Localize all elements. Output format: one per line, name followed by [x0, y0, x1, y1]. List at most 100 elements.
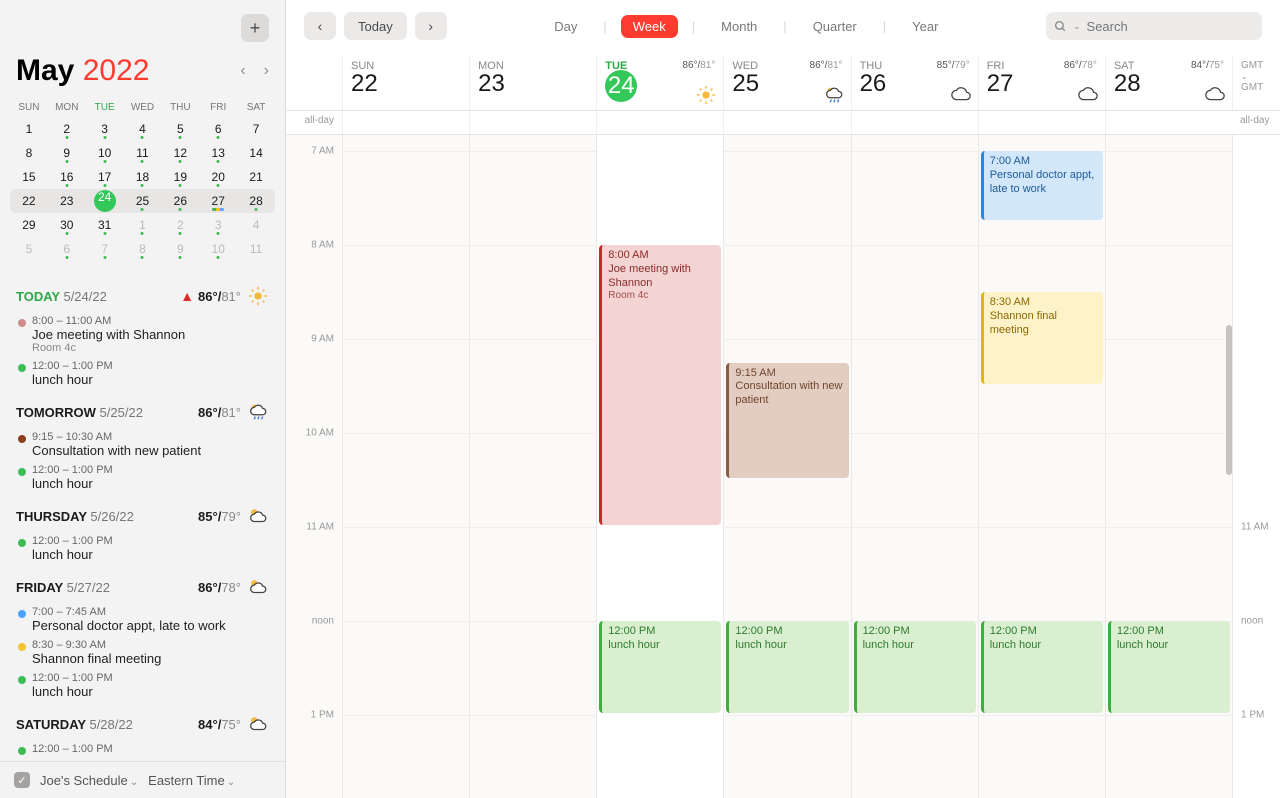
day-column[interactable]: [342, 135, 469, 798]
agenda-event[interactable]: 12:00 – 1:00 PM lunch hour: [16, 670, 269, 701]
mini-day[interactable]: 20: [199, 165, 237, 189]
agenda-event[interactable]: 7:00 – 7:45 AM Personal doctor appt, lat…: [16, 604, 269, 635]
mini-day[interactable]: 15: [10, 165, 48, 189]
mini-day[interactable]: 25: [124, 189, 162, 213]
week-day-header[interactable]: THU 26 85°/79°: [851, 56, 978, 110]
prev-week-button[interactable]: ‹: [304, 12, 336, 40]
mini-day[interactable]: 11: [124, 141, 162, 165]
week-day-header[interactable]: MON 23: [469, 56, 596, 110]
timezone-picker[interactable]: Eastern Time⌄: [148, 773, 235, 788]
mini-day[interactable]: 8: [10, 141, 48, 165]
day-column[interactable]: [469, 135, 596, 798]
go-today-button[interactable]: Today: [344, 12, 407, 40]
week-event[interactable]: 7:00 AMPersonal doctor appt, late to wor…: [981, 151, 1103, 220]
day-column[interactable]: 12:00 PMlunch hour: [851, 135, 978, 798]
agenda-list[interactable]: TODAY 5/24/22 ▲ 86°/81° 8:00 – 11:00 AM …: [0, 269, 285, 761]
week-event[interactable]: 12:00 PMlunch hour: [726, 621, 848, 713]
mini-day[interactable]: 14: [237, 141, 275, 165]
week-event[interactable]: 12:00 PMlunch hour: [599, 621, 721, 713]
mini-day[interactable]: 10: [199, 237, 237, 261]
agenda-event[interactable]: 8:30 – 9:30 AM Shannon final meeting: [16, 637, 269, 668]
mini-day[interactable]: 6: [199, 117, 237, 141]
day-column[interactable]: 9:15 AMConsultation with new patient 12:0…: [723, 135, 850, 798]
week-day-header[interactable]: WED 25 86°/81°: [723, 56, 850, 110]
mini-day[interactable]: 30: [48, 213, 86, 237]
week-event[interactable]: 12:00 PMlunch hour: [854, 621, 976, 713]
week-day-header[interactable]: SUN 22: [342, 56, 469, 110]
week-event[interactable]: 9:15 AMConsultation with new patient: [726, 363, 848, 479]
search-input[interactable]: [1087, 19, 1263, 34]
prev-month-button[interactable]: ‹: [240, 62, 245, 80]
mini-day[interactable]: 22: [10, 189, 48, 213]
agenda-event[interactable]: 12:00 – 1:00 PM lunch hour: [16, 462, 269, 493]
view-year[interactable]: Year: [900, 15, 950, 38]
mini-day[interactable]: 7: [237, 117, 275, 141]
mini-day[interactable]: 5: [161, 117, 199, 141]
mini-day[interactable]: 1: [10, 117, 48, 141]
view-day[interactable]: Day: [542, 15, 589, 38]
add-event-button[interactable]: +: [241, 14, 269, 42]
agenda-event[interactable]: 12:00 – 1:00 PM: [16, 741, 269, 757]
week-event[interactable]: 12:00 PMlunch hour: [1108, 621, 1230, 713]
day-column[interactable]: 7:00 AMPersonal doctor appt, late to wor…: [978, 135, 1105, 798]
mini-day[interactable]: 17: [86, 165, 124, 189]
view-quarter[interactable]: Quarter: [801, 15, 869, 38]
mini-day[interactable]: 16: [48, 165, 86, 189]
mini-day[interactable]: 5: [10, 237, 48, 261]
mini-day[interactable]: 6: [48, 237, 86, 261]
next-month-button[interactable]: ›: [264, 62, 269, 80]
week-grid[interactable]: 7 AM8 AM9 AM10 AM11 AMnoon1 PM 8:00 AMJo…: [286, 135, 1280, 798]
week-event[interactable]: 12:00 PMlunch hour: [981, 621, 1103, 713]
week-day-header[interactable]: TUE 24 86°/81°: [596, 56, 723, 110]
mini-day[interactable]: 4: [124, 117, 162, 141]
mini-day[interactable]: 7: [86, 237, 124, 261]
agenda-event[interactable]: 12:00 – 1:00 PM lunch hour: [16, 533, 269, 564]
mini-day[interactable]: 26: [161, 189, 199, 213]
mini-day[interactable]: 1: [124, 213, 162, 237]
mini-day[interactable]: 9: [48, 141, 86, 165]
mini-day[interactable]: 2: [48, 117, 86, 141]
mini-day[interactable]: 19: [161, 165, 199, 189]
header-temps: 84°/75°: [1191, 60, 1224, 71]
mini-day[interactable]: 31: [86, 213, 124, 237]
mini-day[interactable]: 13: [199, 141, 237, 165]
agenda-temps: 85°/79°: [198, 509, 241, 524]
mini-day[interactable]: 3: [199, 213, 237, 237]
week-event[interactable]: 8:00 AMJoe meeting with ShannonRoom 4c: [599, 245, 721, 525]
week-event[interactable]: 8:30 AMShannon final meeting: [981, 292, 1103, 384]
mini-day[interactable]: 4: [237, 213, 275, 237]
mini-day[interactable]: 10: [86, 141, 124, 165]
agenda-event[interactable]: 8:00 – 11:00 AM Joe meeting with Shannon…: [16, 313, 269, 356]
day-column[interactable]: 8:00 AMJoe meeting with ShannonRoom 4c 12…: [596, 135, 723, 798]
next-week-button[interactable]: ›: [415, 12, 447, 40]
mini-day[interactable]: 3: [86, 117, 124, 141]
mini-day[interactable]: 2: [161, 213, 199, 237]
tz-gutter[interactable]: GMT ⌄GMT: [1232, 56, 1280, 110]
mini-day[interactable]: 28: [237, 189, 275, 213]
mini-day[interactable]: 18: [124, 165, 162, 189]
calendar-visibility-checkbox[interactable]: ✓: [14, 772, 30, 788]
mini-day[interactable]: 23: [48, 189, 86, 213]
mini-day[interactable]: 21: [237, 165, 275, 189]
scrollbar-thumb[interactable]: [1226, 325, 1232, 475]
view-month[interactable]: Month: [709, 15, 769, 38]
sidebar-footer: ✓ Joe's Schedule⌄ Eastern Time⌄: [0, 761, 285, 798]
search-field[interactable]: ⌄: [1046, 12, 1262, 40]
mini-day[interactable]: 29: [10, 213, 48, 237]
time-label: 7 AM: [311, 146, 334, 157]
agenda-event[interactable]: 9:15 – 10:30 AM Consultation with new pa…: [16, 429, 269, 460]
week-day-header[interactable]: SAT 28 84°/75°: [1105, 56, 1232, 110]
mini-day[interactable]: 24: [86, 189, 124, 213]
calendar-picker[interactable]: Joe's Schedule⌄: [40, 773, 138, 788]
mini-day[interactable]: 12: [161, 141, 199, 165]
week-day-header[interactable]: FRI 27 86°/78°: [978, 56, 1105, 110]
view-week[interactable]: Week: [621, 15, 678, 38]
time-label: 10 AM: [306, 428, 334, 439]
mini-day[interactable]: 27: [199, 189, 237, 213]
agenda-event[interactable]: 12:00 – 1:00 PM lunch hour: [16, 358, 269, 389]
mini-day[interactable]: 11: [237, 237, 275, 261]
mini-calendar[interactable]: SUNMONTUEWEDTHUFRISAT1234567891011121314…: [0, 96, 285, 269]
mini-day[interactable]: 8: [124, 237, 162, 261]
day-column[interactable]: 12:00 PMlunch hour: [1105, 135, 1232, 798]
mini-day[interactable]: 9: [161, 237, 199, 261]
